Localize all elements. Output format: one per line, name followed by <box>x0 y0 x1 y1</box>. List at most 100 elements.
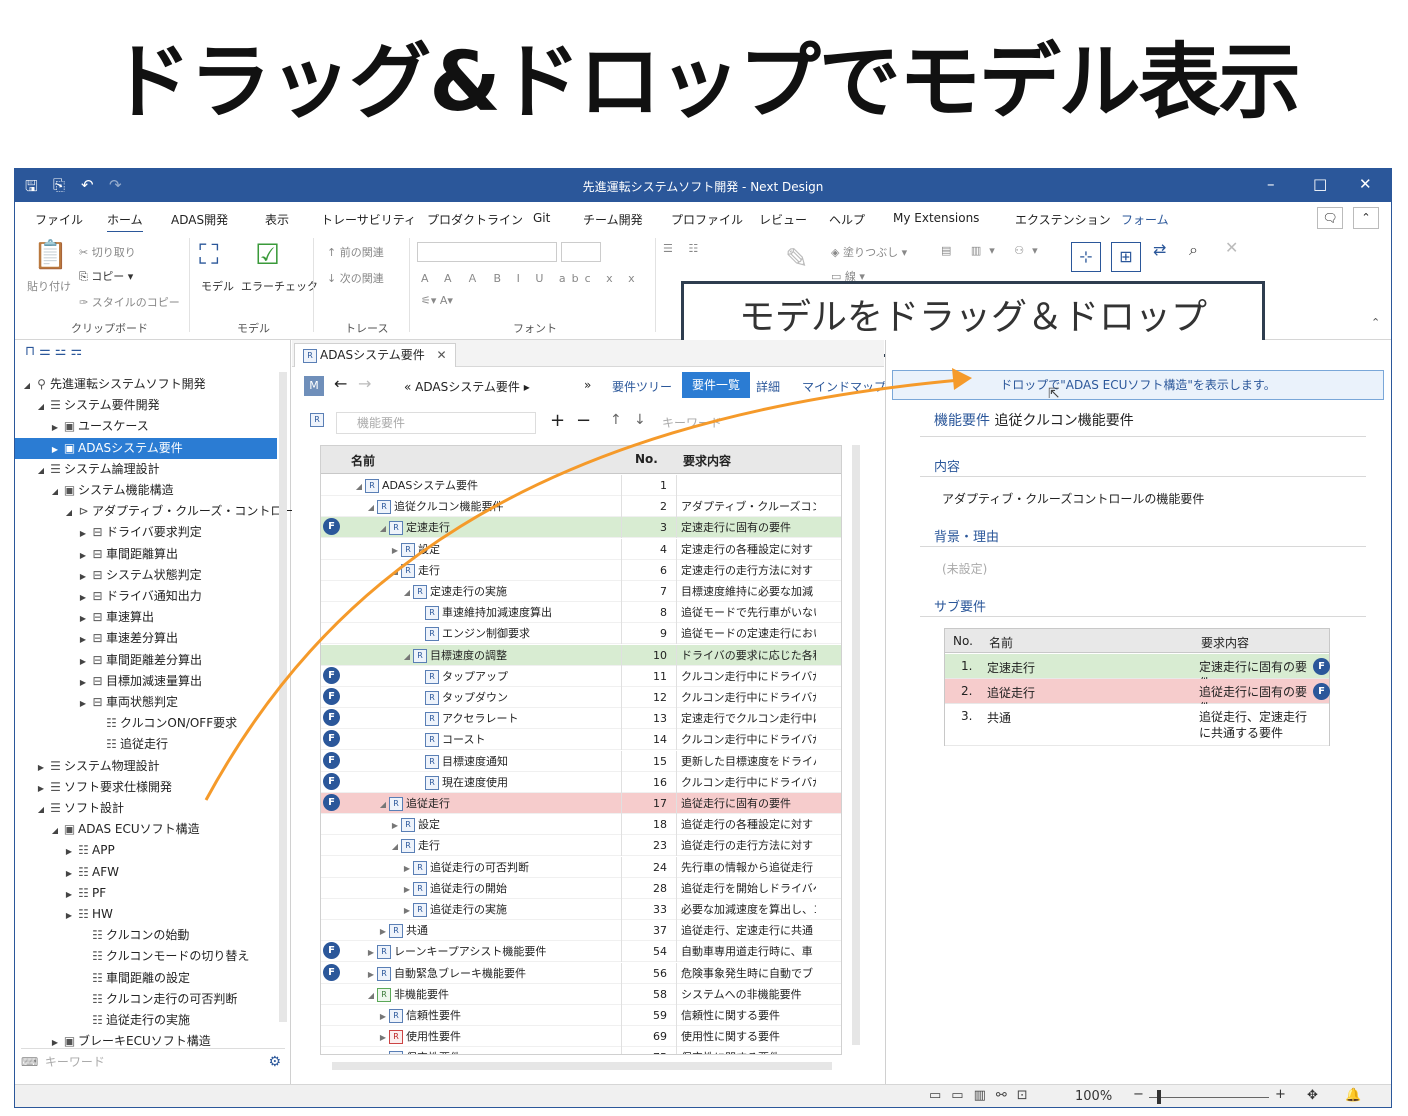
font-format-icons[interactable]: A A Ａ B I U abc x x <box>421 270 641 286</box>
table-row[interactable]: F R アクセラレート 13 定速走行でクルコン走行中に <box>321 708 841 730</box>
content-value[interactable]: アダプティブ・クルーズコントロールの機能要件 <box>942 490 1204 507</box>
table-row[interactable]: ▶ R 追従走行の実施 33 必要な加減速度を算出し、コ <box>321 899 841 920</box>
collapse-icon[interactable]: ◢ <box>21 375 33 396</box>
tree-item[interactable]: ◢ ⚲ 先進運転システムソフト開発 <box>15 374 277 395</box>
view-mindmap[interactable]: マインドマップ <box>802 378 886 395</box>
tab-productline[interactable]: プロダクトライン <box>427 211 523 228</box>
col-no[interactable]: No. <box>635 452 658 466</box>
collapse-icon[interactable]: ◢ <box>35 799 47 820</box>
font-family-select[interactable] <box>417 242 557 262</box>
view-requirement-list[interactable]: 要件一覧 <box>682 372 751 398</box>
layout-icons[interactable]: ▤ ▥▾ ⚇▾ <box>941 244 1046 257</box>
tree-item[interactable]: ▶ ⊟ 車間距離差分算出 <box>15 650 277 671</box>
table-row[interactable]: ▶ R 使用性要件 69 使用性に関する要件 <box>321 1026 841 1048</box>
expand-icon[interactable]: ▶ <box>35 778 47 799</box>
tree-item[interactable]: ☷ クルコン走行の可否判断 <box>15 989 277 1010</box>
table-row[interactable]: FRタップダウン12クルコン走行中にドライバが目 <box>321 687 841 708</box>
expand-icon[interactable]: ▶ <box>49 439 61 460</box>
tree-item[interactable]: ▶ ⊟ 車両状態判定 <box>15 692 277 713</box>
col-name[interactable]: 名前 <box>351 452 375 469</box>
collapse-icon[interactable]: ◢ <box>401 582 413 602</box>
table-row[interactable]: ◢ R 走行 6 定速走行の走行方法に対す <box>321 559 841 581</box>
expand-icon[interactable]: ▶ <box>77 629 89 650</box>
view-detail[interactable]: 詳細 <box>756 378 780 395</box>
expand-icon[interactable]: ▶ <box>77 545 89 566</box>
table-row[interactable]: ▶ R 信頼性要件 59 信頼性に関する要件 <box>321 1005 841 1026</box>
tree-item[interactable]: ▶ ☰ ソフト要求仕様開発 <box>15 777 277 798</box>
breadcrumb[interactable]: « ADASシステム要件 ▸ <box>404 378 530 395</box>
col-requirement[interactable]: 要求内容 <box>683 452 731 469</box>
expand-icon[interactable]: ▶ <box>401 879 413 899</box>
expand-icon[interactable]: ▶ <box>389 540 401 560</box>
select-area-icon[interactable]: ⊹ <box>1071 242 1101 272</box>
table-row[interactable]: ▶ R 設定 18 追従走行の各種設定に対す <box>321 814 841 836</box>
expand-icon[interactable]: ▶ <box>401 900 413 920</box>
collapse-icon[interactable]: ◢ <box>377 794 389 814</box>
list-icons[interactable]: ☰ ☷ <box>663 242 704 255</box>
view-mode-icons[interactable]: ▭▭▥⚯⊡ <box>929 1088 1038 1103</box>
collapse-icon[interactable]: ◢ <box>365 985 377 1005</box>
tree-item[interactable]: ☷ 車間距離の設定 <box>15 968 277 989</box>
fit-icon[interactable]: ✥ <box>1307 1088 1318 1103</box>
tree-item[interactable]: ▶ ⊟ 車間距離算出 <box>15 544 277 565</box>
table-row[interactable]: FRタップアップ11クルコン走行中にドライバが目 <box>321 665 841 687</box>
tree-item[interactable]: ▶ ⊟ システム状態判定 <box>15 565 277 586</box>
table-row[interactable]: ◢R追従クルコン機能要件2アダプティブ・クルーズコントロー <box>321 496 841 518</box>
expand-icon[interactable]: ▶ <box>377 1048 389 1054</box>
comment-icon[interactable]: 🗨 <box>1317 207 1343 229</box>
expand-icon[interactable]: ▶ <box>77 566 89 587</box>
table-row[interactable]: ◢ R 定速走行の実施 7 目標速度維持に必要な加減 <box>321 581 841 602</box>
tree-item[interactable]: ☷ クルコンモードの切り替え <box>15 946 277 967</box>
nav-scrollbar[interactable] <box>279 372 287 1022</box>
tree-item[interactable]: ◢ ▣ システム機能構造 <box>15 480 277 501</box>
swap-icon[interactable]: ⇄ <box>1153 240 1166 259</box>
tree-item[interactable]: ◢ ☰ ソフト設計 <box>15 798 277 819</box>
error-check-button[interactable]: エラーチェック <box>241 278 318 294</box>
collapse-icon[interactable]: ◢ <box>389 836 401 856</box>
expand-icon[interactable]: ▶ <box>63 905 75 926</box>
table-row[interactable]: ◢ R 非機能要件 58 システムへの非機能要件 <box>321 983 841 1005</box>
tree-item[interactable]: ◢ ⊳ アダプティブ・クルーズ・コントロール <box>15 501 306 523</box>
font-color-icons[interactable]: ⚟▾ A▾ <box>421 294 453 307</box>
zoom-slider-handle[interactable] <box>1157 1090 1161 1104</box>
tab-traceability[interactable]: トレーサビリティ <box>321 211 416 228</box>
table-row[interactable]: F ▶ R 自動緊急ブレーキ機能要件 56 危険事象発生時に自動でブ <box>321 962 841 984</box>
table-row[interactable]: F ◢ R 追従走行 17 追従走行に固有の要件 <box>321 793 841 814</box>
forward-icon[interactable]: → <box>358 374 371 393</box>
nav-search-input[interactable]: キーワード <box>45 1055 105 1069</box>
expand-icon[interactable]: ▶ <box>77 608 89 629</box>
paste-button[interactable]: 貼り付け <box>27 278 71 294</box>
tree-item[interactable]: ▶ ☷ APP <box>15 840 277 861</box>
tab-help[interactable]: ヘルプ <box>829 211 865 228</box>
tree-item[interactable]: ▶ ⊟ 車速算出 <box>15 607 277 628</box>
minimize-icon[interactable]: – <box>1267 175 1275 193</box>
collapse-icon[interactable]: ◢ <box>353 476 365 496</box>
collapse-icon[interactable]: ◢ <box>377 518 389 538</box>
keyword-search-input[interactable]: キーワード <box>662 412 862 434</box>
nav-toolbar-icons[interactable]: ⊓⚌⚍⚎ <box>15 340 290 365</box>
table-row[interactable]: R エンジン制御要求 9 追従モードの定速走行におい <box>321 623 841 645</box>
cut-button[interactable]: ✂ 切り取り <box>79 244 136 260</box>
tree-item[interactable]: ▶ ☰ システム物理設計 <box>15 756 277 777</box>
tree-item[interactable]: ☷ 追従走行 <box>15 734 277 755</box>
tree-item[interactable]: ▶ ⊟ ドライバ要求判定 <box>15 522 277 543</box>
collapse-icon[interactable]: ◢ <box>365 497 377 517</box>
zoom-in-icon[interactable]: + <box>1275 1087 1286 1102</box>
close-tab-icon[interactable]: ✕ <box>437 348 447 362</box>
move-down-icon[interactable]: ↓ <box>634 412 646 428</box>
expand-icon[interactable]: ▶ <box>63 884 75 905</box>
model-button[interactable]: モデル <box>201 278 234 294</box>
tab-my-extensions[interactable]: My Extensions <box>893 211 979 225</box>
collapse-icon[interactable]: ◢ <box>49 481 61 502</box>
tab-view[interactable]: 表示 <box>265 211 289 228</box>
table-row[interactable]: ▶ R 追従走行の可否判断 24 先行車の情報から追従走行 <box>321 856 841 878</box>
align-icon[interactable]: ⊞ <box>1111 242 1141 272</box>
collapse-icon[interactable]: ◢ <box>63 502 75 523</box>
expand-icon[interactable]: ▶ <box>63 863 75 884</box>
ribbon-expand-icon[interactable]: ⌃ <box>1371 316 1380 329</box>
sub-table-row[interactable]: 1.定速走行定速走行に固有の要件F <box>945 654 1330 690</box>
sub-table-row[interactable]: 3. 共通 追従走行、定速走行に共通する要件 <box>945 704 1329 746</box>
expand-icon[interactable]: ▶ <box>365 942 377 962</box>
tree-item[interactable]: ▶ ☷ PF <box>15 883 277 904</box>
collapse-icon[interactable]: ◢ <box>389 561 401 581</box>
